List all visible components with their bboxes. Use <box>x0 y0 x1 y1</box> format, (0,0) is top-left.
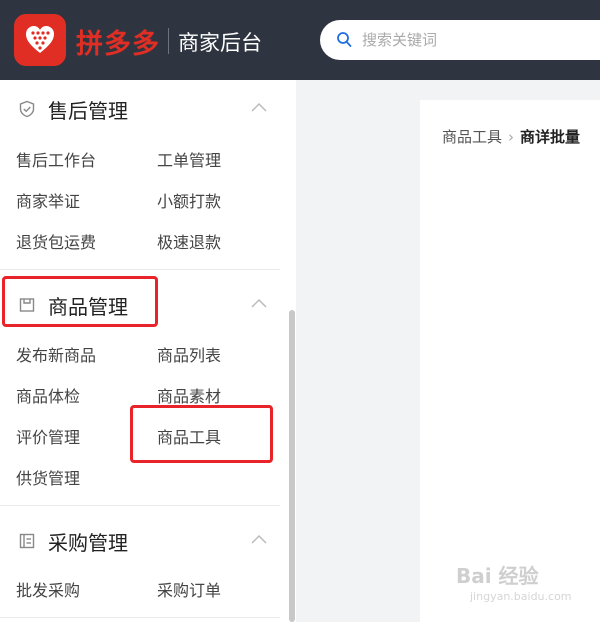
highlight-box <box>130 405 273 463</box>
chevron-up-icon[interactable] <box>250 297 268 309</box>
menu-item-small-payment[interactable]: 小额打款 <box>157 188 221 212</box>
sidebar-scrollbar[interactable] <box>289 310 295 622</box>
watermark: Bai 经验 <box>456 564 539 588</box>
chevron-right-icon: › <box>508 128 515 146</box>
list-icon <box>19 533 35 549</box>
search-box[interactable] <box>320 20 600 60</box>
section-header-purchase-management[interactable]: 采购管理 <box>0 521 280 561</box>
section-title: 售后管理 <box>48 99 128 123</box>
breadcrumb: 商品工具 › 商详批量 <box>442 126 580 147</box>
search-input[interactable] <box>362 28 582 52</box>
section-divider <box>0 505 280 506</box>
section-divider <box>0 269 280 270</box>
pinduoduo-logo-icon[interactable] <box>14 14 66 66</box>
menu-item-goods-list[interactable]: 商品列表 <box>157 342 221 366</box>
top-bar: 拼多多 商家后台 <box>0 0 600 80</box>
menu-item-after-sales-workbench[interactable]: 售后工作台 <box>16 147 96 171</box>
menu-item-review-management[interactable]: 评价管理 <box>16 424 80 448</box>
chevron-up-icon[interactable] <box>250 101 268 113</box>
menu-item-wholesale-purchase[interactable]: 批发采购 <box>16 577 80 601</box>
brand-divider <box>168 28 169 54</box>
section-title: 采购管理 <box>48 531 128 555</box>
menu-item-ticket-management[interactable]: 工单管理 <box>157 147 221 171</box>
menu-item-goods-material[interactable]: 商品素材 <box>157 383 221 407</box>
menu-item-goods-check[interactable]: 商品体检 <box>16 383 80 407</box>
search-icon <box>337 32 352 47</box>
breadcrumb-current: 商详批量 <box>520 128 581 146</box>
section-header-after-sales[interactable]: 售后管理 <box>0 89 280 129</box>
menu-item-return-shipping[interactable]: 退货包运费 <box>16 229 96 253</box>
menu-item-supply-management[interactable]: 供货管理 <box>16 465 80 489</box>
breadcrumb-root[interactable]: 商品工具 <box>442 128 502 146</box>
section-divider <box>0 617 280 618</box>
sidebar: 售后管理 售后工作台 工单管理 商家举证 小额打款 退货包运费 极速退款 商品管… <box>0 80 296 622</box>
chevron-up-icon[interactable] <box>250 533 268 545</box>
shield-check-icon <box>19 100 35 118</box>
brand-subtitle: 商家后台 <box>178 31 262 55</box>
menu-item-merchant-evidence[interactable]: 商家举证 <box>16 188 80 212</box>
watermark-url: jingyan.baidu.com <box>470 590 572 603</box>
menu-item-publish-goods[interactable]: 发布新商品 <box>16 342 96 366</box>
menu-item-fast-refund[interactable]: 极速退款 <box>157 229 221 253</box>
highlight-box <box>2 276 158 327</box>
brand-name: 拼多多 <box>76 29 160 60</box>
menu-item-purchase-orders[interactable]: 采购订单 <box>157 577 221 601</box>
main-content-card <box>420 100 600 622</box>
